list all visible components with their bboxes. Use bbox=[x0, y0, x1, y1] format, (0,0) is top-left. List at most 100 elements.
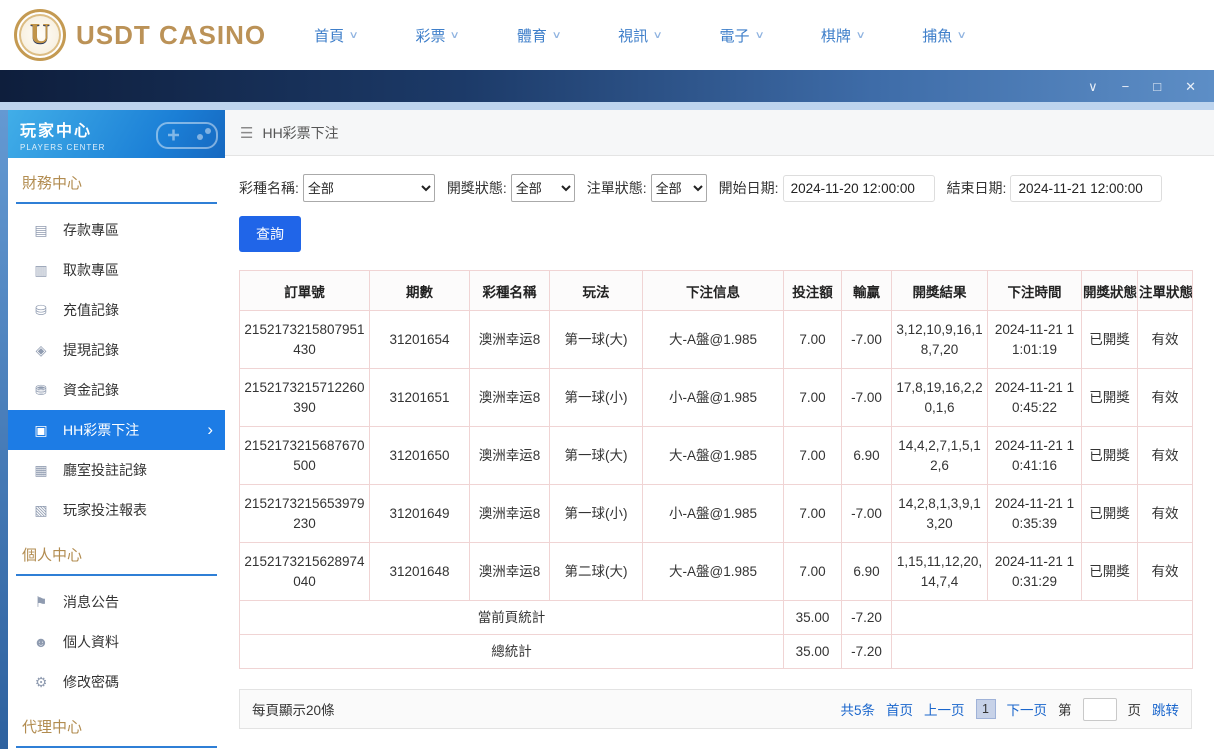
sidebar-item-hh-lottery-bets[interactable]: ▣ HH彩票下注 › bbox=[8, 410, 225, 450]
cell-win-loss: -7.00 bbox=[841, 310, 892, 369]
cell-result: 17,8,19,16,2,20,1,6 bbox=[891, 368, 988, 427]
withdraw-icon: ▥ bbox=[34, 261, 48, 278]
cell-play: 第一球(小) bbox=[549, 368, 643, 427]
cell-result: 3,12,10,9,16,18,7,20 bbox=[891, 310, 988, 369]
cell-bet-time: 2024-11-21 10:41:16 bbox=[987, 426, 1082, 485]
window-maximize-icon[interactable]: □ bbox=[1153, 80, 1161, 93]
nav-label: 視訊 bbox=[618, 27, 649, 45]
logo-icon: U bbox=[14, 9, 66, 61]
prev-page-link[interactable]: 上一页 bbox=[924, 699, 965, 719]
cell-order-no: 2152173215687670500 bbox=[239, 426, 370, 485]
draw-status-select[interactable]: 全部 bbox=[510, 174, 575, 202]
sidebar-item-recharge-records[interactable]: ⛁ 充值記錄 bbox=[8, 290, 225, 330]
sidebar-item-label: 取款專區 bbox=[63, 262, 119, 278]
window-frame bbox=[0, 110, 8, 749]
sidebar-item-cashout-records[interactable]: ◈ 提現記錄 bbox=[8, 330, 225, 370]
nav-label: 體育 bbox=[516, 27, 547, 45]
nav-item-video[interactable]: 視訊 ∨ bbox=[618, 25, 663, 46]
nav-item-cards[interactable]: 棋牌 ∨ bbox=[821, 25, 866, 46]
section-title-personal: 個人中心 bbox=[22, 547, 83, 564]
cell-order-status: 有效 bbox=[1137, 484, 1193, 543]
nav-item-sports[interactable]: 體育 ∨ bbox=[516, 25, 562, 46]
query-button[interactable]: 查詢 bbox=[239, 216, 301, 252]
sidebar: 玩家中心 PLAYERS CENTER 財務中心 ▤ 存款專區 ▥ 取款專區 ⛁… bbox=[8, 110, 225, 749]
start-date-input[interactable] bbox=[782, 174, 935, 202]
goto-page-input[interactable] bbox=[1082, 697, 1117, 721]
site-header: U USDT CASINO 首頁 ∨ 彩票 ∨ 體育 ∨ 視訊 ∨ 電子 ∨ 棋… bbox=[0, 0, 1214, 70]
sidebar-item-withdraw[interactable]: ▥ 取款專區 bbox=[8, 250, 225, 290]
end-date-input[interactable] bbox=[1010, 174, 1163, 202]
column-header-issue: 期數 bbox=[369, 270, 470, 311]
cell-order-no: 2152173215653979230 bbox=[239, 484, 370, 543]
chevron-right-icon: › bbox=[207, 420, 213, 439]
cell-order-no: 2152173215807951430 bbox=[239, 310, 370, 369]
column-header-amount: 投注額 bbox=[783, 270, 842, 311]
nav-item-fishing[interactable]: 捕魚 ∨ bbox=[922, 25, 967, 46]
end-date-label: 結束日期: bbox=[946, 180, 1007, 196]
nav-item-lottery[interactable]: 彩票 ∨ bbox=[415, 25, 460, 46]
sidebar-item-label: 修改密碼 bbox=[63, 674, 119, 690]
lottery-name-label: 彩種名稱: bbox=[239, 180, 299, 196]
current-page-button[interactable]: 1 bbox=[975, 699, 996, 719]
cashout-records-icon: ◈ bbox=[35, 341, 47, 358]
sidebar-item-label: 玩家投注報表 bbox=[63, 502, 147, 518]
cell-lottery: 澳洲幸运8 bbox=[469, 310, 550, 369]
page-summary-empty bbox=[891, 600, 1193, 635]
nav-item-slots[interactable]: 電子 ∨ bbox=[719, 25, 765, 46]
cell-order-status: 有效 bbox=[1137, 310, 1193, 369]
filter-area: 彩種名稱: 全部 開獎狀態: 全部 注單狀態: 全部 開始日期: 結束日期: 查… bbox=[225, 156, 1214, 252]
cell-win-loss: -7.00 bbox=[841, 368, 892, 427]
cell-bet-time: 2024-11-21 10:31:29 bbox=[987, 542, 1082, 601]
column-header-draw-status: 開獎狀態 bbox=[1081, 270, 1138, 311]
deposit-icon: ▤ bbox=[34, 221, 48, 238]
column-header-order-status: 注單狀態 bbox=[1137, 270, 1193, 311]
start-date-label: 開始日期: bbox=[718, 180, 779, 196]
column-header-play: 玩法 bbox=[549, 270, 643, 311]
cell-result: 14,4,2,7,1,5,12,6 bbox=[891, 426, 988, 485]
goto-button[interactable]: 跳转 bbox=[1152, 699, 1179, 719]
table-row: 2152173215628974040 31201648 澳洲幸运8 第二球(大… bbox=[239, 542, 1193, 601]
goto-suffix-label: 页 bbox=[1127, 703, 1142, 718]
window-titlebar: ∨ − □ ✕ bbox=[0, 70, 1214, 102]
profile-icon: ☻ bbox=[33, 634, 49, 650]
cell-issue: 31201650 bbox=[369, 426, 470, 485]
nav-item-home[interactable]: 首頁 ∨ bbox=[314, 25, 359, 46]
sidebar-item-label: HH彩票下注 bbox=[63, 422, 140, 438]
cell-order-status: 有效 bbox=[1137, 426, 1193, 485]
cell-issue: 31201649 bbox=[369, 484, 470, 543]
nav-label: 電子 bbox=[719, 27, 750, 45]
sidebar-item-funds-records[interactable]: ⛃ 資金記錄 bbox=[8, 370, 225, 410]
sidebar-item-profile[interactable]: ☻ 個人資料 bbox=[8, 622, 225, 662]
player-bet-report-icon: ▧ bbox=[34, 501, 48, 518]
window-minimize-icon[interactable]: − bbox=[1122, 80, 1130, 93]
window-close-icon[interactable]: ✕ bbox=[1185, 80, 1196, 93]
cell-order-no: 2152173215628974040 bbox=[239, 542, 370, 601]
section-underline bbox=[16, 574, 217, 576]
order-status-select[interactable]: 全部 bbox=[650, 174, 707, 202]
bets-table-wrap: 訂單號 期數 彩種名稱 玩法 下注信息 投注額 輸贏 開獎結果 下注時間 開獎狀… bbox=[239, 270, 1200, 669]
cell-issue: 31201648 bbox=[369, 542, 470, 601]
chevron-down-icon: ∨ bbox=[754, 29, 765, 41]
sidebar-item-change-password[interactable]: ⚙ 修改密碼 bbox=[8, 662, 225, 702]
sidebar-item-label: 廳室投註記錄 bbox=[63, 462, 147, 478]
filter-row: 彩種名稱: 全部 開獎狀態: 全部 注單狀態: 全部 開始日期: 結束日期: bbox=[239, 174, 1200, 202]
cell-amount: 7.00 bbox=[783, 368, 842, 427]
sidebar-item-player-bet-report[interactable]: ▧ 玩家投注報表 bbox=[8, 490, 225, 530]
sidebar-item-deposit[interactable]: ▤ 存款專區 bbox=[8, 210, 225, 250]
sidebar-item-announcements[interactable]: ⚑ 消息公告 bbox=[8, 582, 225, 622]
gamepad-icon bbox=[156, 122, 218, 149]
chevron-down-icon: ∨ bbox=[855, 29, 866, 41]
total-summary-label: 總統計 bbox=[239, 634, 784, 669]
cell-amount: 7.00 bbox=[783, 484, 842, 543]
hh-lottery-bets-icon: ▣ bbox=[34, 421, 48, 438]
total-summary-win-loss: -7.20 bbox=[841, 634, 892, 669]
section-title-finance: 財務中心 bbox=[22, 175, 83, 192]
first-page-link[interactable]: 首页 bbox=[886, 699, 913, 719]
window-collapse-icon[interactable]: ∨ bbox=[1088, 80, 1098, 93]
lottery-name-select[interactable]: 全部 bbox=[302, 174, 435, 202]
pagination-bar: 每頁顯示20條 共5条 首页 上一页 1 下一页 第 页 跳转 bbox=[239, 689, 1192, 729]
table-row: 2152173215687670500 31201650 澳洲幸运8 第一球(大… bbox=[239, 426, 1193, 485]
cell-order-status: 有效 bbox=[1137, 542, 1193, 601]
next-page-link[interactable]: 下一页 bbox=[1007, 699, 1048, 719]
sidebar-item-room-bet-records[interactable]: ▦ 廳室投註記錄 bbox=[8, 450, 225, 490]
